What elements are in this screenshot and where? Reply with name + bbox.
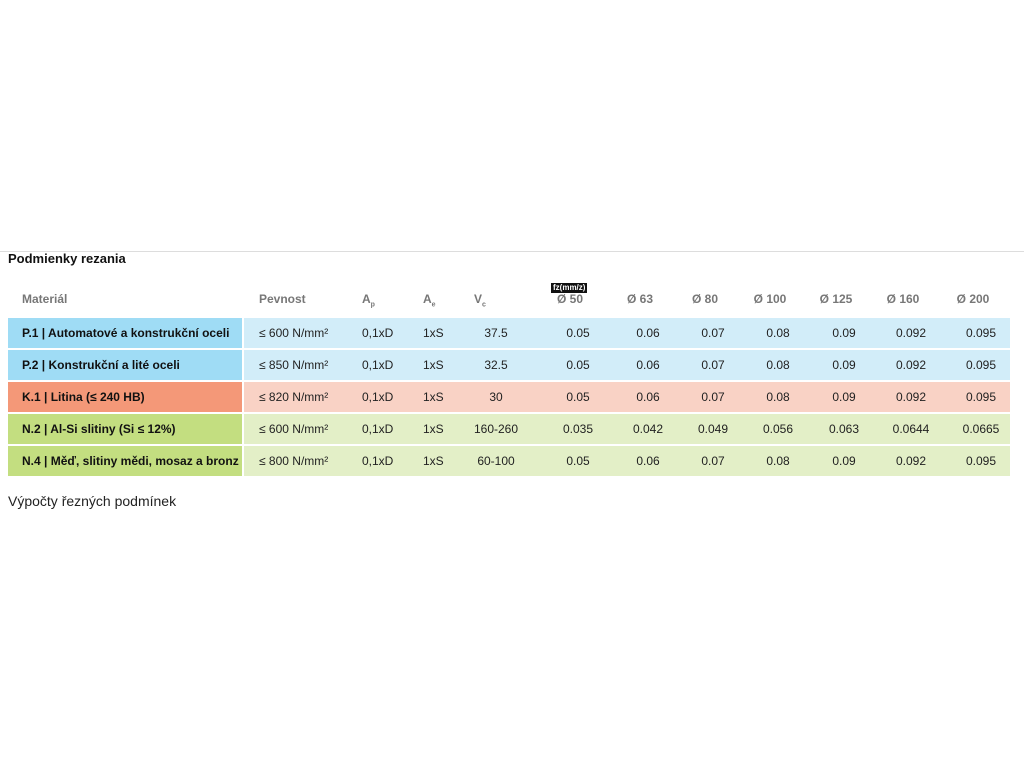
- row-cells: ≤ 800 N/mm² 0,1xD 1xS 60-100 0.05 0.06 0.07…: [244, 446, 1010, 476]
- fz-cell: 0.09: [832, 358, 856, 372]
- fz-cell: 0.0644: [892, 422, 930, 436]
- row-cells: ≤ 850 N/mm² 0,1xD 1xS 32.5 0.05 0.06 0.07 0.…: [244, 350, 1010, 380]
- fz-cell: 0.07: [701, 390, 725, 404]
- ap-cell: 0,1xD: [362, 326, 394, 340]
- row-cells: ≤ 600 N/mm² 0,1xD 1xS 160-260 0.035 0.042 0…: [244, 414, 1010, 444]
- fz-cell: 0.05: [566, 358, 590, 372]
- footer-text: Výpočty řezných podmínek: [8, 493, 177, 509]
- vc-cell: 30: [489, 390, 503, 404]
- vc-cell: 160-260: [473, 422, 519, 436]
- fz-cell: 0.042: [632, 422, 664, 436]
- header-diameter: Ø 160: [886, 292, 920, 306]
- table-row: N.4 | Měď, slitiny mědi, mosaz a bronz ≤…: [8, 446, 1010, 476]
- fz-cell: 0.05: [566, 390, 590, 404]
- table-row: N.2 | Al-Si slitiny (Si ≤ 12%) ≤ 600 N/m…: [8, 414, 1010, 444]
- header-diameter: Ø 200: [956, 292, 990, 306]
- table-row: P.2 | Konstrukční a lité oceli ≤ 850 N/m…: [8, 350, 1010, 380]
- header-diameter: Ø 125: [819, 292, 853, 306]
- section-title: Podmienky rezania: [8, 251, 126, 266]
- divider: [0, 251, 1024, 252]
- fz-cell: 0.08: [766, 358, 790, 372]
- fz-cell: 0.095: [965, 390, 997, 404]
- fz-cell: 0.063: [828, 422, 860, 436]
- fz-cell: 0.092: [895, 358, 927, 372]
- row-cells: ≤ 820 N/mm² 0,1xD 1xS 30 0.05 0.06 0.07 0.08…: [244, 382, 1010, 412]
- header-material: Materiál: [22, 292, 68, 306]
- fz-cell: 0.06: [636, 358, 660, 372]
- material-label: N.4 | Měď, slitiny mědi, mosaz a bronz: [8, 446, 242, 476]
- fz-cell: 0.09: [832, 390, 856, 404]
- material-label: P.1 | Automatové a konstrukční oceli: [8, 318, 242, 348]
- fz-cell: 0.05: [566, 326, 590, 340]
- fz-cell: 0.09: [832, 454, 856, 468]
- row-cells: ≤ 600 N/mm² 0,1xD 1xS 37.5 0.05 0.06 0.07 0.…: [244, 318, 1010, 348]
- fz-cell: 0.06: [636, 390, 660, 404]
- vc-cell: 60-100: [477, 454, 515, 468]
- header-ae: Ae: [423, 292, 436, 309]
- header-diameter: Ø 50: [556, 292, 584, 306]
- header-diameter: Ø 100: [753, 292, 787, 306]
- ae-cell: 1xS: [423, 358, 444, 372]
- fz-cell: 0.095: [965, 454, 997, 468]
- fz-cell: 0.095: [965, 326, 997, 340]
- header-vc: Vc: [474, 292, 486, 309]
- header-diameter: Ø 63: [626, 292, 654, 306]
- material-label: N.2 | Al-Si slitiny (Si ≤ 12%): [8, 414, 242, 444]
- fz-cell: 0.06: [636, 454, 660, 468]
- material-label: K.1 | Litina (≤ 240 HB): [8, 382, 242, 412]
- fz-cell: 0.06: [636, 326, 660, 340]
- fz-cell: 0.056: [762, 422, 794, 436]
- fz-cell: 0.049: [697, 422, 729, 436]
- fz-cell: 0.08: [766, 454, 790, 468]
- strength-cell: ≤ 820 N/mm²: [259, 390, 329, 404]
- header-diameter: Ø 80: [691, 292, 719, 306]
- ae-cell: 1xS: [423, 422, 444, 436]
- fz-cell: 0.07: [701, 454, 725, 468]
- ae-cell: 1xS: [423, 454, 444, 468]
- fz-cell: 0.035: [562, 422, 594, 436]
- fz-cell: 0.07: [701, 326, 725, 340]
- vc-cell: 37.5: [484, 326, 508, 340]
- fz-cell: 0.092: [895, 454, 927, 468]
- fz-cell: 0.0665: [962, 422, 1000, 436]
- strength-cell: ≤ 800 N/mm²: [259, 454, 329, 468]
- header-ap: Ap: [362, 292, 375, 309]
- fz-cell: 0.05: [566, 454, 590, 468]
- ae-cell: 1xS: [423, 326, 444, 340]
- fz-cell: 0.08: [766, 390, 790, 404]
- strength-cell: ≤ 600 N/mm²: [259, 326, 329, 340]
- table-row: P.1 | Automatové a konstrukční oceli ≤ 6…: [8, 318, 1010, 348]
- strength-cell: ≤ 850 N/mm²: [259, 358, 329, 372]
- ap-cell: 0,1xD: [362, 454, 394, 468]
- table-row: K.1 | Litina (≤ 240 HB) ≤ 820 N/mm² 0,1x…: [8, 382, 1010, 412]
- vc-cell: 32.5: [484, 358, 508, 372]
- ap-cell: 0,1xD: [362, 390, 394, 404]
- ap-cell: 0,1xD: [362, 358, 394, 372]
- header-strength: Pevnost: [259, 292, 306, 306]
- ap-cell: 0,1xD: [362, 422, 394, 436]
- strength-cell: ≤ 600 N/mm²: [259, 422, 329, 436]
- fz-cell: 0.095: [965, 358, 997, 372]
- fz-cell: 0.09: [832, 326, 856, 340]
- fz-cell: 0.08: [766, 326, 790, 340]
- ae-cell: 1xS: [423, 390, 444, 404]
- fz-cell: 0.092: [895, 326, 927, 340]
- fz-cell: 0.092: [895, 390, 927, 404]
- material-label: P.2 | Konstrukční a lité oceli: [8, 350, 242, 380]
- fz-cell: 0.07: [701, 358, 725, 372]
- table-header: Materiál Pevnost Ap Ae Vc Ø 50 Ø 63 Ø 80 Ø …: [8, 292, 1010, 308]
